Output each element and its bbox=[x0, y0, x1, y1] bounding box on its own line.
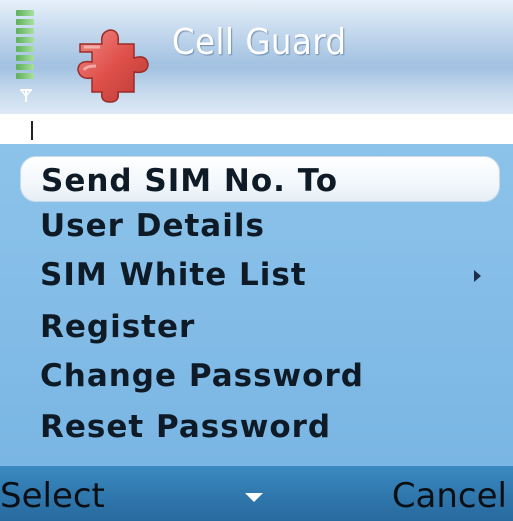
signal-bar bbox=[16, 28, 34, 34]
scroll-down-indicator-icon bbox=[245, 493, 263, 502]
signal-bar bbox=[16, 73, 34, 79]
signal-bar bbox=[16, 64, 34, 70]
menu-item-label: SIM White List bbox=[40, 257, 307, 293]
menu-item-sim-white-list[interactable]: SIM White List bbox=[20, 251, 500, 297]
menu-item-label: Change Password bbox=[40, 358, 364, 394]
puzzle-piece-icon bbox=[77, 29, 149, 103]
menu-item-label: Send SIM No. To bbox=[41, 163, 339, 199]
menu-item-user-details[interactable]: User Details bbox=[20, 202, 500, 248]
softkey-bar: Select Cancel bbox=[0, 466, 513, 521]
menu-item-send-sim-no-to[interactable]: Send SIM No. To bbox=[20, 156, 500, 202]
menu-item-label: User Details bbox=[40, 208, 265, 244]
submenu-arrow-icon bbox=[474, 270, 481, 282]
app-title: Cell Guard bbox=[172, 22, 347, 63]
menu-item-label: Register bbox=[40, 309, 196, 345]
menu-item-change-password[interactable]: Change Password bbox=[20, 352, 500, 398]
menu-item-label: Reset Password bbox=[40, 409, 332, 445]
menu-item-register[interactable]: Register bbox=[20, 303, 500, 349]
text-cursor bbox=[31, 121, 33, 140]
antenna-icon bbox=[20, 89, 32, 102]
text-entry-strip[interactable] bbox=[0, 114, 513, 144]
signal-bar bbox=[16, 46, 34, 52]
phone-screen: Cell Guard Send SIM No. To User Details … bbox=[0, 0, 513, 521]
title-bar: Cell Guard bbox=[0, 0, 513, 114]
signal-strength-indicator bbox=[14, 10, 36, 102]
signal-bar bbox=[16, 19, 34, 25]
signal-bar bbox=[16, 55, 34, 61]
signal-bar bbox=[16, 10, 34, 16]
menu-item-reset-password[interactable]: Reset Password bbox=[20, 403, 500, 449]
select-softkey[interactable]: Select bbox=[0, 476, 105, 516]
signal-bar bbox=[16, 37, 34, 43]
cancel-softkey[interactable]: Cancel bbox=[392, 476, 507, 516]
